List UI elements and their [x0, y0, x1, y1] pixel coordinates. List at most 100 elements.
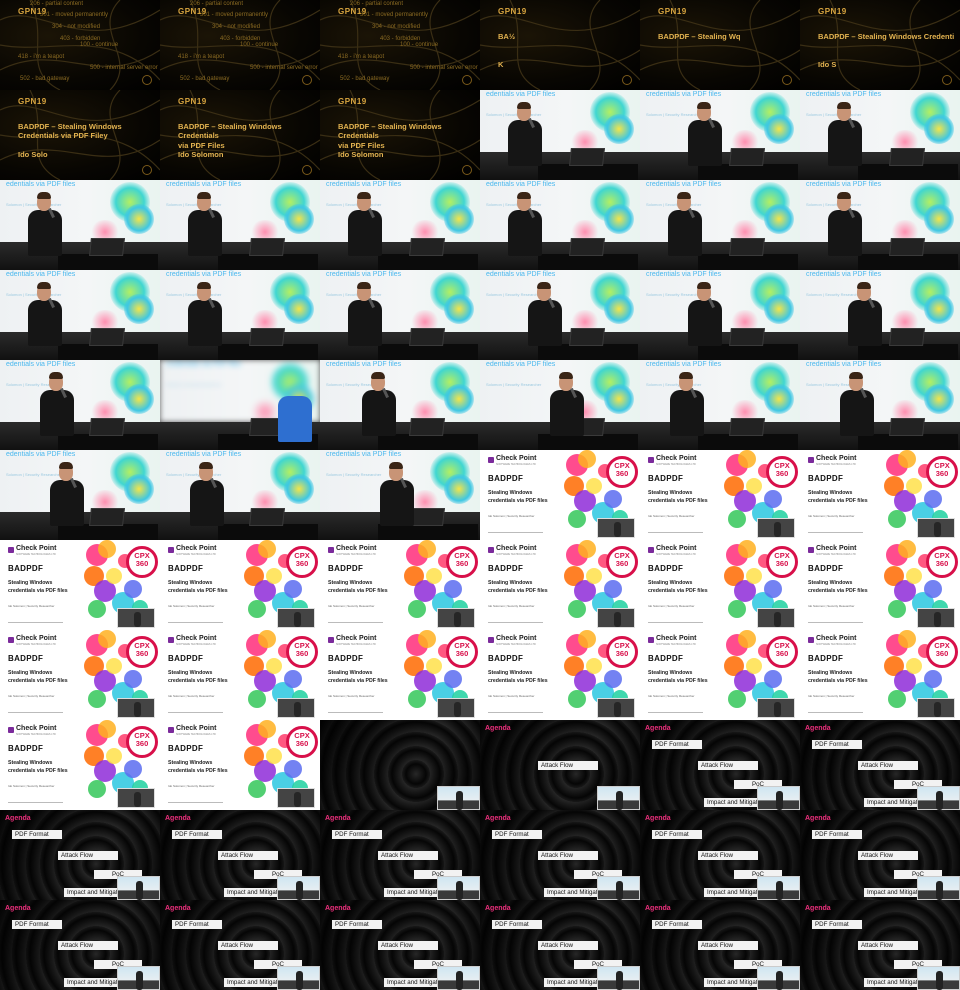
projection-screen: edentials via PDF files Solomon | Securit…	[0, 270, 160, 334]
agenda-slide-thumbnail[interactable]: AgendaPDF FormatAttack FlowPoCImpact and…	[800, 900, 960, 990]
title-slide-thumbnail[interactable]: Check Point SOFTWARE TECHNOLOGIES LTD BADP…	[640, 630, 800, 720]
agenda-slide-thumbnail[interactable]: AgendaPDF FormatAttack FlowPoCImpact and…	[800, 810, 960, 900]
title-slide-thumbnail[interactable]: Check Point SOFTWARE TECHNOLOGIES LTD BADP…	[0, 720, 160, 810]
gear-icon	[942, 75, 952, 85]
agenda-heading: Agenda	[485, 725, 511, 732]
paint-blob	[266, 658, 282, 674]
stage-shot-thumbnail[interactable]: edentials via PDF files Solomon | Securit…	[0, 360, 160, 450]
agenda-item: Attack Flow	[538, 941, 598, 950]
slide-author: Ido Solomon | Security Researcher	[8, 784, 55, 788]
slide-subtitle: Stealing Windows credentials via PDF fil…	[488, 670, 548, 684]
agenda-item: PDF Format	[652, 740, 702, 749]
paint-blob	[248, 600, 266, 618]
agenda-slide-thumbnail[interactable]: AgendaPDF FormatAttack FlowPoCImpact and…	[480, 900, 640, 990]
title-slide-thumbnail[interactable]: Check Point SOFTWARE TECHNOLOGIES LTD BADP…	[480, 540, 640, 630]
title-slide-thumbnail[interactable]: Check Point SOFTWARE TECHNOLOGIES LTD BADP…	[160, 720, 320, 810]
slide-heading: BADPDF	[8, 654, 44, 663]
intro-slide-thumbnail[interactable]: GPN19 206 - partial content 301 - moved pe…	[320, 0, 480, 90]
stage-shot-thumbnail[interactable]: edentials via PDF files Solomon | Securit…	[480, 270, 640, 360]
stage-shot-thumbnail[interactable]: credentials via PDF files Solomon | Secur…	[640, 90, 800, 180]
intro-slide-thumbnail[interactable]: GPN19 BADPDF – Stealing Windows Credentia…	[0, 90, 160, 180]
title-slide-thumbnail[interactable]: Check Point SOFTWARE TECHNOLOGIES LTD BADP…	[480, 450, 640, 540]
speaker-torso	[828, 120, 862, 166]
agenda-slide-thumbnail[interactable]: AgendaPDF FormatAttack FlowPoCImpact and…	[320, 810, 480, 900]
title-slide-thumbnail[interactable]: Check Point SOFTWARE TECHNOLOGIES LTD BADP…	[480, 630, 640, 720]
stage-shot-thumbnail[interactable]: credentials via PDF files Solomon | Secur…	[800, 180, 960, 270]
speaker-torso	[848, 300, 882, 346]
agenda-slide-thumbnail[interactable]: AgendaPDF FormatAttack FlowPoCImpact and…	[800, 720, 960, 810]
intro-slide-thumbnail[interactable]: GPN19 BADPDF – Stealing Windows Credentia…	[320, 90, 480, 180]
stage-shot-thumbnail[interactable]: credentials via PDF files Solomon | Secur…	[320, 360, 480, 450]
brand-tagline: SOFTWARE TECHNOLOGIES LTD	[656, 643, 696, 646]
intro-slide-thumbnail[interactable]: GPN19 BADPDF – Stealing Wq	[640, 0, 800, 90]
paint-blob	[898, 540, 916, 558]
stage-shot-thumbnail[interactable]: edentials via PDF files Solomon | Securit…	[0, 180, 160, 270]
slide-title: edentials via PDF files	[6, 361, 76, 368]
slide-heading: BADPDF	[808, 474, 844, 483]
title-slide-thumbnail[interactable]: Check Point SOFTWARE TECHNOLOGIES LTD BADP…	[800, 450, 960, 540]
agenda-slide-thumbnail[interactable]: AgendaPDF FormatAttack FlowPoCImpact and…	[320, 900, 480, 990]
agenda-slide-thumbnail[interactable]: AgendaPDF FormatAttack FlowPoCImpact and…	[480, 810, 640, 900]
agenda-slide-thumbnail[interactable]: AgendaPDF FormatAttack FlowPoCImpact and…	[0, 810, 160, 900]
stage-shot-thumbnail[interactable]: edentials via PDF files Solomon | Securit…	[0, 270, 160, 360]
speaker-hair	[517, 102, 531, 109]
stage-shot-thumbnail[interactable]: edentials via PDF files Solomon | Securit…	[480, 360, 640, 450]
stage-shot-thumbnail[interactable]: edentials via PDF files Solomon | Securit…	[480, 180, 640, 270]
cpx-line: 360	[775, 468, 789, 478]
title-slide-thumbnail[interactable]: Check Point SOFTWARE TECHNOLOGIES LTD BADP…	[0, 540, 160, 630]
laptop-icon	[249, 328, 285, 346]
agenda-slide-thumbnail[interactable]: AgendaPDF FormatAttack FlowPoCImpact and…	[320, 720, 480, 810]
stage-shot-thumbnail[interactable]: credentials via PDF files Solomon | Secur…	[640, 180, 800, 270]
stage-shot-thumbnail[interactable]: credentials via PDF files Solomon | Secur…	[160, 450, 320, 540]
agenda-slide-thumbnail[interactable]: Agenda Attack Flow	[480, 720, 640, 810]
agenda-slide-thumbnail[interactable]: AgendaPDF FormatAttack FlowPoCImpact and…	[160, 900, 320, 990]
stage-shot-thumbnail[interactable]: credentials via PDF files Solomon | Secur…	[800, 360, 960, 450]
title-slide-thumbnail[interactable]: Check Point SOFTWARE TECHNOLOGIES LTD BADP…	[160, 540, 320, 630]
stage-shot-thumbnail[interactable]: edentials via PDF files Solomon | Securit…	[480, 90, 640, 180]
checkpoint-logo-icon	[168, 727, 174, 733]
title-slide-thumbnail[interactable]: Check Point SOFTWARE TECHNOLOGIES LTD BADP…	[800, 540, 960, 630]
divider	[168, 802, 223, 803]
agenda-item: Impact and Mitigation	[864, 978, 924, 987]
agenda-slide-thumbnail[interactable]: AgendaPDF FormatAttack FlowPoCImpact and…	[640, 810, 800, 900]
brand-name: Check Point	[496, 455, 537, 462]
intro-slide-thumbnail[interactable]: GPN19 206 - partial content 301 - moved pe…	[160, 0, 320, 90]
paint-blob	[888, 690, 906, 708]
title-slide-thumbnail[interactable]: Check Point SOFTWARE TECHNOLOGIES LTD BADP…	[0, 630, 160, 720]
stage-shot-thumbnail[interactable]: edentials via PDF files Solomon | Securit…	[0, 450, 160, 540]
agenda-slide-thumbnail[interactable]: AgendaPDF FormatAttack FlowPoCImpact and…	[160, 810, 320, 900]
stage-shot-thumbnail[interactable]: credentials via PDF files Solomon | Secur…	[160, 270, 320, 360]
stage-shot-thumbnail[interactable]: credentials via PDF files Solomon | Secur…	[320, 450, 480, 540]
title-slide-thumbnail[interactable]: Check Point SOFTWARE TECHNOLOGIES LTD BADP…	[320, 630, 480, 720]
slide-author: Ido Solomon | Security Researcher	[488, 694, 535, 698]
agenda-heading: Agenda	[645, 815, 671, 822]
speaker-hair	[849, 372, 863, 379]
agenda-heading: Agenda	[165, 815, 191, 822]
stage-shot-thumbnail[interactable]: credentials via PDF files Solomon | Secur…	[640, 270, 800, 360]
stage-shot-thumbnail[interactable]: credentials via PDF files Solomon | Secur…	[160, 360, 320, 450]
divider	[168, 622, 223, 623]
intro-slide-thumbnail[interactable]: GPN19 BADPDF – Stealing Windows Credentia…	[160, 90, 320, 180]
stage-shot-thumbnail[interactable]: credentials via PDF files Solomon | Secur…	[320, 180, 480, 270]
title-slide-thumbnail[interactable]: Check Point SOFTWARE TECHNOLOGIES LTD BADP…	[640, 450, 800, 540]
stage-shot-thumbnail[interactable]: credentials via PDF files Solomon | Secur…	[800, 90, 960, 180]
stage-shot-thumbnail[interactable]: credentials via PDF files Solomon | Secur…	[800, 270, 960, 360]
title-slide-thumbnail[interactable]: Check Point SOFTWARE TECHNOLOGIES LTD BADP…	[160, 630, 320, 720]
paint-blob	[924, 670, 942, 688]
title-slide-thumbnail[interactable]: Check Point SOFTWARE TECHNOLOGIES LTD BADP…	[320, 540, 480, 630]
intro-slide-thumbnail[interactable]: GPN19 BA½ K	[480, 0, 640, 90]
brand-tagline: SOFTWARE TECHNOLOGIES LTD	[656, 553, 696, 556]
speaker	[528, 282, 562, 360]
agenda-slide-thumbnail[interactable]: AgendaPDF FormatAttack FlowPoCImpact and…	[640, 900, 800, 990]
intro-slide-thumbnail[interactable]: GPN19 206 - partial content 301 - moved pe…	[0, 0, 160, 90]
title-slide-thumbnail[interactable]: Check Point SOFTWARE TECHNOLOGIES LTD BADP…	[640, 540, 800, 630]
agenda-item: Attack Flow	[858, 851, 918, 860]
title-slide-thumbnail[interactable]: Check Point SOFTWARE TECHNOLOGIES LTD BADP…	[800, 630, 960, 720]
stage-shot-thumbnail[interactable]: credentials via PDF files Solomon | Secur…	[160, 180, 320, 270]
slide-art-blob	[604, 294, 634, 324]
stage-shot-thumbnail[interactable]: credentials via PDF files Solomon | Secur…	[320, 270, 480, 360]
intro-slide-thumbnail[interactable]: GPN19 BADPDF – Stealing Windows Credenti I…	[800, 0, 960, 90]
agenda-slide-thumbnail[interactable]: AgendaPDF FormatAttack FlowPoCImpact and…	[0, 900, 160, 990]
stage-shot-thumbnail[interactable]: credentials via PDF files Solomon | Secur…	[640, 360, 800, 450]
agenda-slide-thumbnail[interactable]: AgendaPDF FormatAttack FlowPoCImpact and…	[640, 720, 800, 810]
